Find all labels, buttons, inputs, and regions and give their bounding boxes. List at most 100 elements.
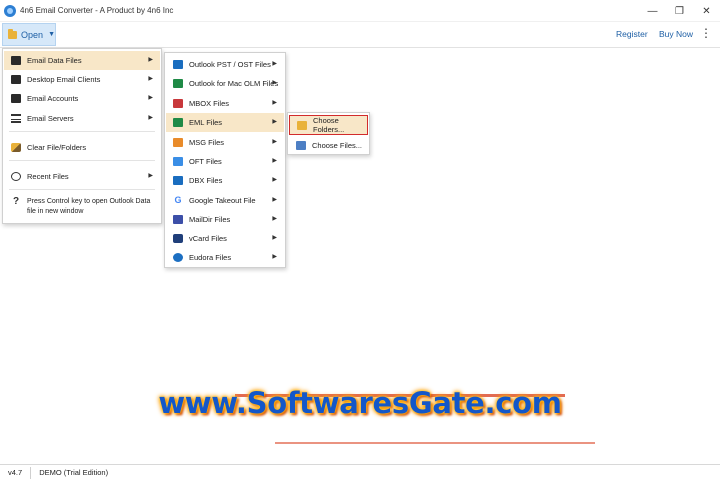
mbox-icon	[173, 99, 183, 108]
close-button[interactable]: ✕	[693, 0, 720, 22]
menu-item-eudora[interactable]: Eudora Files ▶	[166, 248, 284, 267]
menu-item-google-takeout[interactable]: G Google Takeout File ▶	[166, 191, 284, 210]
hint-line-2: file in new window	[27, 208, 84, 215]
choose-files-item[interactable]: Choose Files...	[289, 136, 368, 155]
eml-icon	[173, 118, 183, 127]
desktop-icon	[11, 75, 21, 84]
chevron-right-icon: ▶	[148, 95, 153, 101]
menu-item-oft[interactable]: OFT Files ▶	[166, 152, 284, 171]
more-options-icon[interactable]: ⋮	[700, 27, 712, 39]
open-button-label: Open	[21, 29, 44, 40]
menu-item-dbx[interactable]: DBX Files ▶	[166, 171, 284, 190]
outlook-mac-icon	[173, 79, 183, 88]
chevron-right-icon: ▶	[272, 158, 277, 164]
window-title: 4n6 Email Converter - A Product by 4n6 I…	[20, 6, 174, 15]
menu-item-label: Eudora Files	[189, 253, 232, 262]
menu-item-clear-file-folders[interactable]: Clear File/Folders	[4, 138, 160, 157]
menu-item-msg[interactable]: MSG Files ▶	[166, 133, 284, 152]
menu-item-desktop-email-clients[interactable]: Desktop Email Clients ▶	[4, 70, 160, 89]
vcard-icon	[173, 234, 183, 243]
email-files-icon	[11, 56, 21, 65]
watermark-stroke	[275, 442, 595, 444]
menu-hint: ? Press Control key to open Outlook Data…	[11, 197, 150, 217]
menu-item-label: EML Files	[189, 118, 223, 127]
chevron-down-icon: ▼	[48, 31, 55, 38]
menu-item-outlook-mac-olm[interactable]: Outlook for Mac OLM Files ▶	[166, 74, 284, 93]
menu-item-email-data-files[interactable]: Email Data Files ▶	[4, 51, 160, 70]
menu-divider	[9, 131, 155, 132]
register-link[interactable]: Register	[616, 29, 648, 39]
folder-icon	[8, 28, 18, 39]
title-bar: 4n6 Email Converter - A Product by 4n6 I…	[0, 0, 720, 22]
menu-item-vcard[interactable]: vCard Files ▶	[166, 229, 284, 248]
server-icon	[11, 114, 21, 123]
chevron-right-icon: ▶	[272, 61, 277, 67]
menu-item-label: DBX Files	[189, 176, 223, 185]
chevron-right-icon: ▶	[272, 254, 277, 260]
minimize-button[interactable]: —	[639, 0, 666, 22]
menu-item-label: OFT Files	[189, 157, 222, 166]
eudora-icon	[173, 253, 183, 262]
menu-item-label: Choose Folders...	[313, 116, 345, 134]
menu-item-label: vCard Files	[189, 234, 227, 243]
chevron-right-icon: ▶	[272, 216, 277, 222]
menu-item-email-servers[interactable]: Email Servers ▶	[4, 109, 160, 128]
menu-item-label: MBOX Files	[189, 99, 230, 108]
app-logo-icon	[4, 4, 16, 17]
menu-divider	[9, 160, 155, 161]
menu-item-label: MSG Files	[189, 138, 225, 147]
menu-item-label: Email Servers	[27, 114, 74, 123]
maildir-icon	[173, 215, 183, 224]
chevron-right-icon: ▶	[272, 80, 277, 86]
menu-item-outlook-pst-ost[interactable]: Outlook PST / OST Files ▶	[166, 55, 284, 74]
menu-item-email-accounts[interactable]: Email Accounts ▶	[4, 89, 160, 108]
menu-item-label: MailDir Files	[189, 215, 231, 224]
chevron-right-icon: ▶	[272, 139, 277, 145]
google-icon: G	[174, 195, 182, 205]
chevron-right-icon: ▶	[148, 115, 153, 121]
open-menu: Email Data Files ▶ Desktop Email Clients…	[2, 48, 162, 224]
buy-now-link[interactable]: Buy Now	[659, 29, 693, 39]
chevron-right-icon: ▶	[272, 197, 277, 203]
menu-item-label: Desktop Email Clients	[27, 75, 101, 84]
open-button[interactable]: Open ▼	[2, 23, 56, 46]
folder-icon	[297, 121, 307, 130]
msg-icon	[173, 138, 183, 147]
toolbar: Open ▼ Register Buy Now ⋮	[0, 22, 720, 48]
chevron-right-icon: ▶	[148, 76, 153, 82]
chevron-right-icon: ▶	[148, 57, 153, 63]
menu-item-label: Email Data Files	[27, 56, 82, 65]
version-label: v4.7	[0, 466, 32, 479]
file-types-menu: Outlook PST / OST Files ▶ Outlook for Ma…	[164, 52, 286, 268]
outlook-icon	[173, 60, 183, 69]
watermark-text: www.SoftwaresGate.com	[158, 386, 562, 420]
window-controls: — ❐ ✕	[639, 0, 720, 22]
help-icon: ?	[12, 196, 20, 207]
eml-options-menu: Choose Folders... Choose Files...	[287, 112, 370, 155]
choose-folders-item[interactable]: Choose Folders...	[289, 115, 368, 135]
menu-item-label: Outlook for Mac OLM Files	[189, 79, 279, 88]
menu-item-eml[interactable]: EML Files ▶	[166, 113, 284, 132]
maximize-button[interactable]: ❐	[666, 0, 693, 22]
status-bar: v4.7 DEMO (Trial Edition)	[0, 464, 720, 480]
clock-icon	[11, 172, 21, 181]
chevron-right-icon: ▶	[148, 173, 153, 179]
menu-item-label: Choose Files...	[312, 141, 363, 150]
menu-divider	[9, 189, 155, 190]
menu-item-recent-files[interactable]: Recent Files ▶	[4, 167, 160, 186]
brush-icon	[11, 143, 21, 152]
file-icon	[296, 141, 306, 150]
chevron-right-icon: ▶	[272, 119, 277, 125]
dbx-icon	[173, 176, 183, 185]
chevron-right-icon: ▶	[272, 177, 277, 183]
chevron-right-icon: ▶	[272, 235, 277, 241]
menu-item-maildir[interactable]: MailDir Files ▶	[166, 210, 284, 229]
menu-item-label: Clear File/Folders	[27, 143, 87, 152]
menu-item-mbox[interactable]: MBOX Files ▶	[166, 94, 284, 113]
chevron-right-icon: ▶	[272, 100, 277, 106]
menu-item-label: Recent Files	[27, 172, 69, 181]
edition-label: DEMO (Trial Edition)	[39, 468, 109, 477]
menu-item-label: Email Accounts	[27, 94, 79, 103]
email-accounts-icon	[11, 94, 21, 103]
menu-item-label: Outlook PST / OST Files	[189, 60, 271, 69]
